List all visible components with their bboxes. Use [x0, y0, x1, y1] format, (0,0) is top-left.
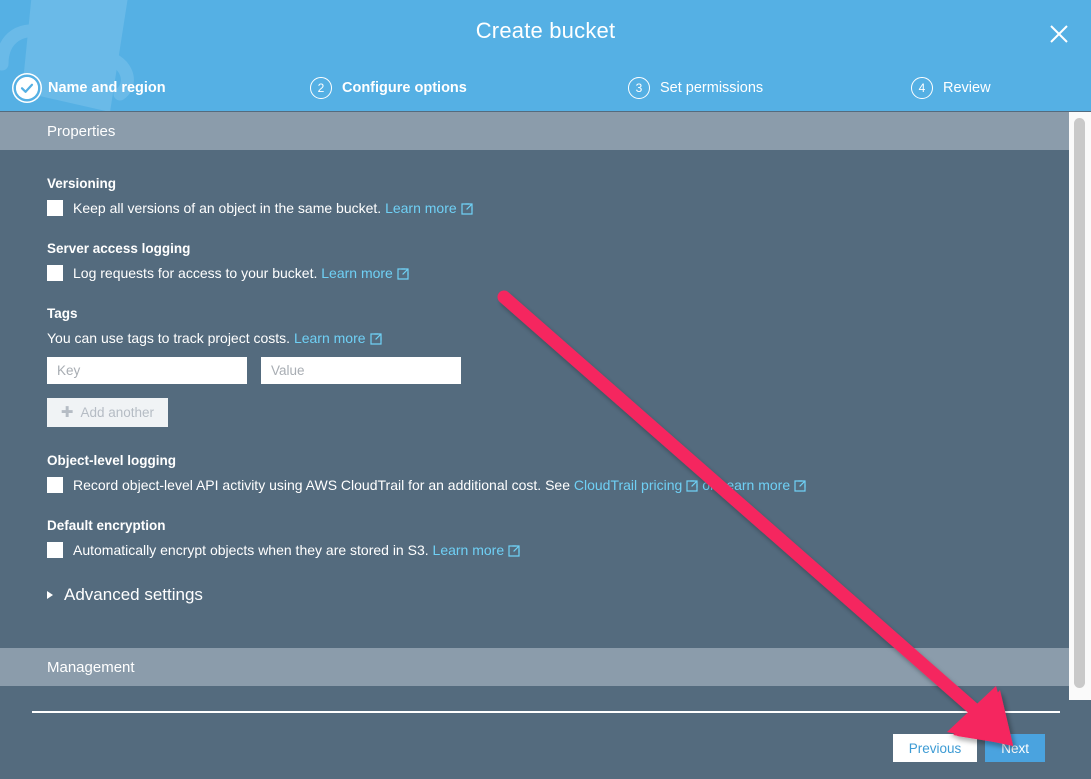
default-encryption-text: Automatically encrypt objects when they … — [73, 542, 429, 558]
step-number-badge: 2 — [310, 77, 332, 99]
step-configure-options[interactable]: 2 Configure options — [310, 72, 467, 104]
group-title: Versioning — [47, 176, 117, 191]
step-number-badge: 4 — [911, 77, 933, 99]
vertical-scrollbar-thumb[interactable] — [1074, 118, 1085, 688]
server-access-logging-label: Log requests for access to your bucket. … — [73, 265, 409, 281]
object-level-logging-learn-more-link[interactable]: Learn more — [719, 477, 791, 493]
external-link-icon — [397, 268, 409, 280]
external-link-icon — [369, 333, 382, 345]
object-level-logging-checkbox[interactable] — [47, 477, 63, 493]
advanced-settings-toggle[interactable]: Advanced settings — [47, 585, 203, 605]
tag-value-input[interactable] — [261, 357, 461, 384]
modal-header: Create bucket Name and region 2 Configur… — [0, 0, 1091, 111]
versioning-label: Keep all versions of an object in the sa… — [73, 200, 473, 216]
group-title: Tags — [47, 306, 78, 321]
step-label: Review — [943, 80, 991, 96]
group-title: Default encryption — [47, 518, 166, 533]
group-title: Object-level logging — [47, 453, 177, 468]
external-link-icon — [508, 545, 520, 557]
step-review[interactable]: 4 Review — [911, 72, 991, 104]
default-encryption-learn-more-link[interactable]: Learn more — [433, 542, 505, 558]
object-level-logging-text: Record object-level API activity using A… — [73, 477, 570, 493]
advanced-settings-label: Advanced settings — [64, 585, 203, 604]
step-name-and-region[interactable]: Name and region — [14, 72, 166, 104]
group-tags: Tags You can use tags to track project c… — [47, 306, 461, 427]
page-title: Create bucket — [475, 18, 616, 43]
external-link-icon — [461, 203, 473, 215]
add-another-button[interactable]: ✚ Add another — [47, 398, 168, 427]
step-label: Name and region — [48, 80, 166, 96]
versioning-text: Keep all versions of an object in the sa… — [73, 200, 382, 216]
section-title: Management — [47, 658, 135, 676]
default-encryption-row: Automatically encrypt objects when they … — [47, 542, 520, 558]
object-level-logging-conjunction: or — [702, 477, 715, 493]
group-versioning: Versioning Keep all versions of an objec… — [47, 176, 473, 216]
step-label: Configure options — [342, 80, 467, 96]
server-access-logging-row: Log requests for access to your bucket. … — [47, 265, 409, 281]
tags-description-text: You can use tags to track project costs. — [47, 330, 291, 346]
versioning-row: Keep all versions of an object in the sa… — [47, 200, 473, 216]
group-title: Server access logging — [47, 241, 191, 256]
group-advanced-settings: Advanced settings — [47, 585, 203, 605]
server-access-logging-learn-more-link[interactable]: Learn more — [321, 265, 393, 281]
vertical-scrollbar-track[interactable] — [1069, 112, 1091, 700]
object-level-logging-row: Record object-level API activity using A… — [47, 477, 806, 493]
section-header-management[interactable]: Management — [0, 648, 1069, 686]
group-default-encryption: Default encryption Automatically encrypt… — [47, 518, 520, 558]
tag-input-row — [47, 357, 461, 384]
default-encryption-label: Automatically encrypt objects when they … — [73, 542, 520, 558]
group-object-level-logging: Object-level logging Record object-level… — [47, 453, 806, 493]
modal-footer: Previous Next — [0, 686, 1069, 779]
server-access-logging-text: Log requests for access to your bucket. — [73, 265, 318, 281]
step-set-permissions[interactable]: 3 Set permissions — [628, 72, 763, 104]
properties-panel: Versioning Keep all versions of an objec… — [0, 150, 1069, 648]
versioning-checkbox[interactable] — [47, 200, 63, 216]
footer-divider — [32, 711, 1060, 713]
previous-button[interactable]: Previous — [892, 734, 978, 762]
section-title: Properties — [47, 122, 116, 140]
group-server-access-logging: Server access logging Log requests for a… — [47, 241, 409, 281]
cloudtrail-pricing-link[interactable]: CloudTrail pricing — [574, 477, 682, 493]
section-header-properties[interactable]: Properties — [0, 112, 1069, 150]
default-encryption-checkbox[interactable] — [47, 542, 63, 558]
tags-learn-more-link[interactable]: Learn more — [294, 330, 366, 346]
external-link-icon — [686, 480, 698, 492]
step-label: Set permissions — [660, 80, 764, 96]
check-circle-icon — [16, 77, 38, 99]
versioning-learn-more-link[interactable]: Learn more — [385, 200, 457, 216]
object-level-logging-label: Record object-level API activity using A… — [73, 477, 806, 493]
step-number-badge: 3 — [628, 77, 650, 99]
server-access-logging-checkbox[interactable] — [47, 265, 63, 281]
create-bucket-modal: Create bucket Name and region 2 Configur… — [0, 0, 1091, 779]
add-another-label: Add another — [80, 405, 155, 420]
external-link-icon — [794, 480, 806, 492]
triangle-right-icon — [47, 591, 53, 599]
close-icon[interactable] — [1043, 18, 1075, 50]
tag-key-input[interactable] — [47, 357, 247, 384]
tags-description: You can use tags to track project costs.… — [47, 330, 461, 346]
plus-icon: ✚ — [60, 404, 74, 421]
next-button[interactable]: Next — [985, 734, 1045, 762]
footer-button-row: Previous Next — [892, 734, 1045, 762]
step-indicator: Name and region 2 Configure options 3 Se… — [0, 72, 1091, 104]
